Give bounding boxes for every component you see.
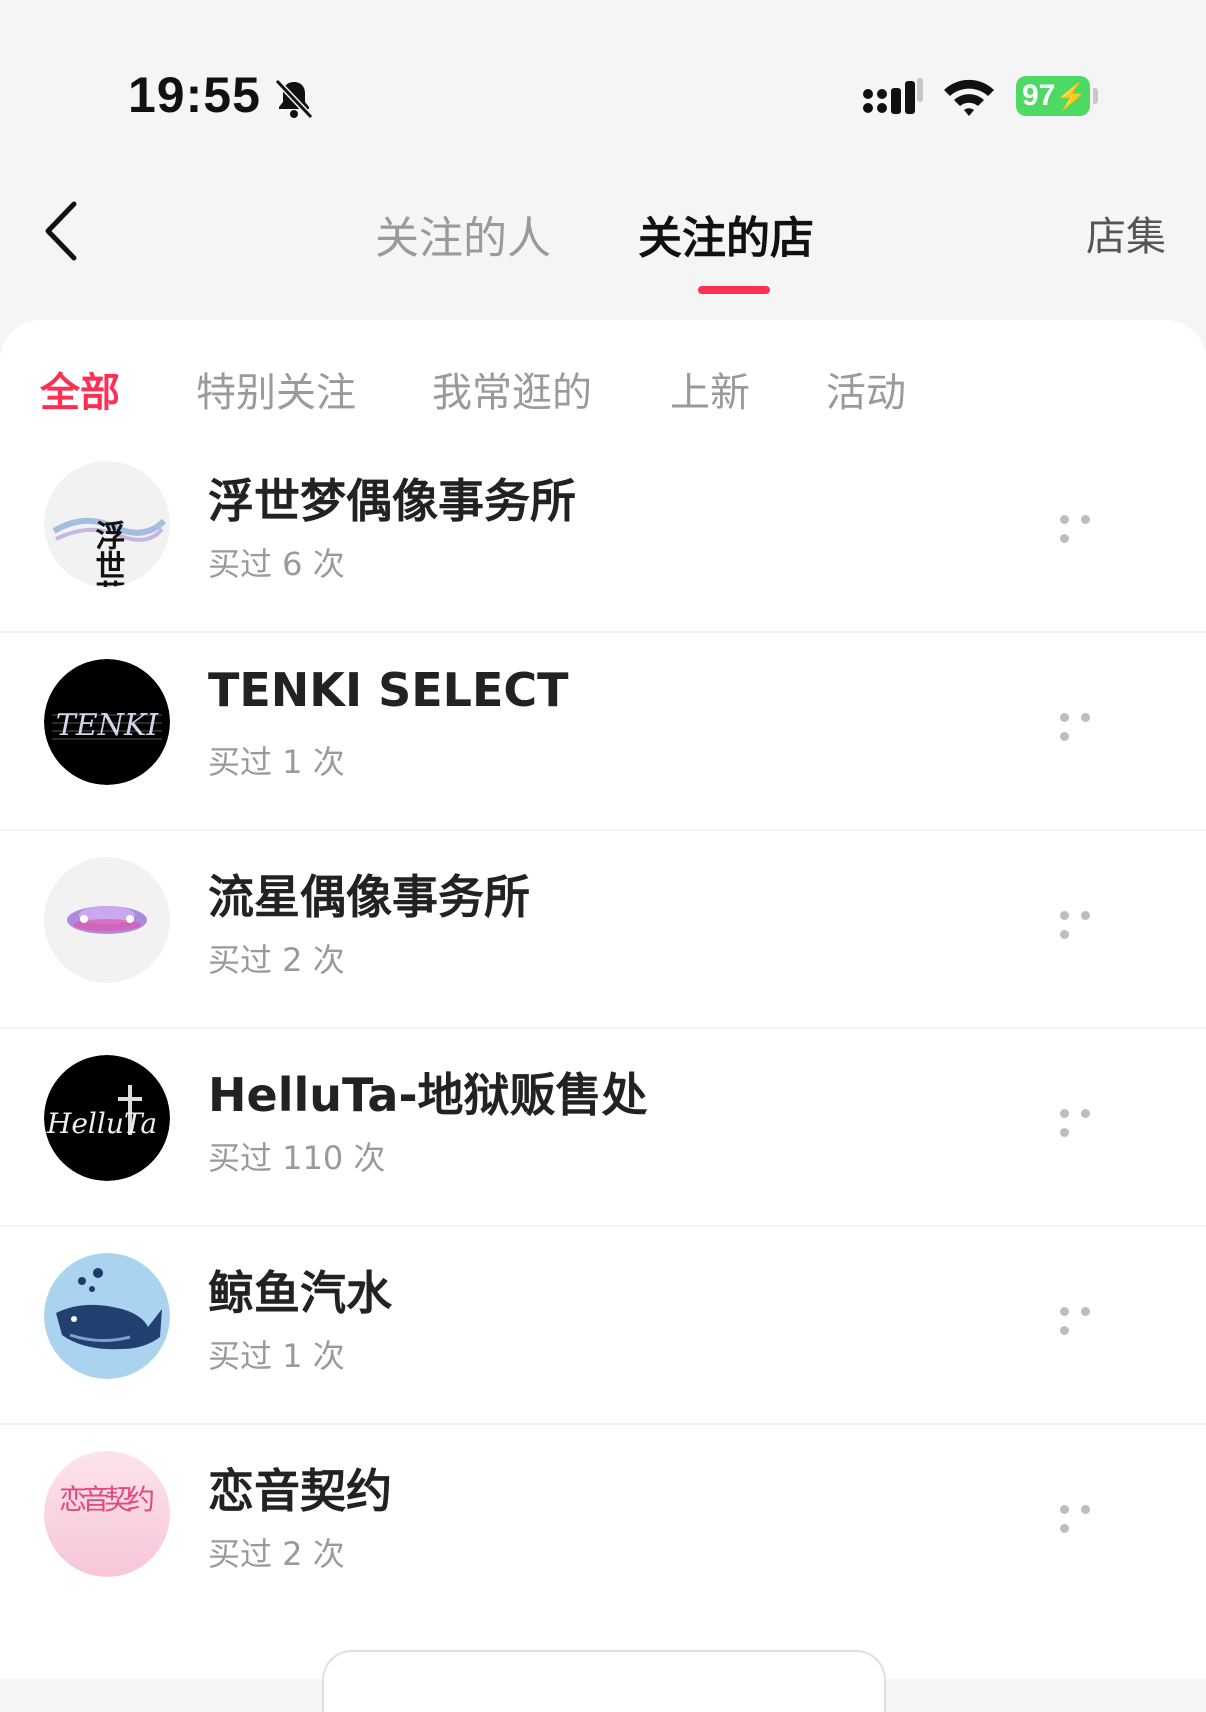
avatar-text: TENKI	[56, 708, 160, 743]
signal-icon	[863, 78, 923, 114]
more-options-icon[interactable]	[1060, 1301, 1116, 1335]
store-row[interactable]: 恋音契约 恋音契约 买过 2 次	[0, 1425, 1206, 1623]
header: 关注的人 关注的店 店集	[0, 180, 1206, 300]
purchase-count: 买过 110 次	[208, 1139, 386, 1177]
store-name: 鲸鱼汽水	[208, 1266, 392, 1320]
purchase-count: 买过 6 次	[208, 545, 345, 583]
purchase-count: 买过 1 次	[208, 1337, 345, 1375]
filter-tabs: 全部 特别关注 我常逛的 上新 活动	[0, 360, 1206, 420]
store-row[interactable]: 浮世夢 浮世梦偶像事务所 买过 6 次	[0, 435, 1206, 633]
filter-special[interactable]: 特别关注	[196, 360, 356, 418]
status-bar: 19:55 97⚡	[0, 0, 1206, 150]
wifi-icon	[944, 79, 994, 116]
avatar-text: 浮世夢	[90, 520, 126, 587]
store-name: 恋音契约	[208, 1464, 392, 1518]
store-avatar[interactable]: TENKI	[44, 659, 170, 785]
store-list: 浮世夢 浮世梦偶像事务所 买过 6 次 TENKI TENKI SELECT 买…	[0, 435, 1206, 1623]
purchase-count: 买过 1 次	[208, 743, 345, 781]
store-avatar[interactable]: 浮世夢	[44, 461, 170, 587]
store-row[interactable]: HelluTa HelluTa-地狱贩售处 买过 110 次	[0, 1029, 1206, 1227]
store-avatar[interactable]: 恋音契约	[44, 1451, 170, 1577]
store-name: HelluTa-地狱贩售处	[208, 1068, 648, 1122]
store-row[interactable]: 鲸鱼汽水 买过 1 次	[0, 1227, 1206, 1425]
bottom-button[interactable]	[322, 1650, 886, 1712]
store-avatar[interactable]: HelluTa	[44, 1055, 170, 1181]
filter-new-arrivals[interactable]: 上新	[670, 360, 750, 418]
more-options-icon[interactable]	[1060, 1103, 1116, 1137]
tab-following-people[interactable]: 关注的人	[375, 202, 551, 266]
battery-level: 97	[1022, 79, 1056, 112]
bell-muted-icon	[274, 78, 314, 120]
active-tab-indicator	[698, 286, 770, 294]
store-collection-link[interactable]: 店集	[1086, 204, 1166, 262]
status-time: 19:55	[128, 67, 261, 123]
store-avatar[interactable]	[44, 1253, 170, 1379]
filter-frequent[interactable]: 我常逛的	[432, 360, 592, 418]
more-options-icon[interactable]	[1060, 707, 1116, 741]
store-row[interactable]: 流星偶像事务所 买过 2 次	[0, 831, 1206, 1029]
filter-all[interactable]: 全部	[40, 360, 120, 418]
store-row[interactable]: TENKI TENKI SELECT 买过 1 次	[0, 633, 1206, 831]
store-list-card: 全部 特别关注 我常逛的 上新 活动 浮世夢 浮世梦偶像事务所 买过 6 次 T…	[0, 320, 1206, 1712]
filter-events[interactable]: 活动	[826, 360, 906, 418]
more-options-icon[interactable]	[1060, 1499, 1116, 1533]
avatar-text: 恋音契约	[59, 1483, 155, 1516]
avatar-text: HelluTa	[46, 1107, 157, 1140]
store-name: TENKI SELECT	[208, 663, 569, 717]
more-options-icon[interactable]	[1060, 905, 1116, 939]
store-name: 浮世梦偶像事务所	[208, 474, 576, 528]
purchase-count: 买过 2 次	[208, 941, 345, 979]
battery-charging-icon: 97⚡	[1016, 76, 1098, 118]
store-name: 流星偶像事务所	[208, 870, 530, 924]
chevron-left-icon[interactable]	[40, 196, 90, 266]
purchase-count: 买过 2 次	[208, 1535, 345, 1573]
store-avatar[interactable]	[44, 857, 170, 983]
tab-following-stores[interactable]: 关注的店	[638, 202, 814, 266]
more-options-icon[interactable]	[1060, 509, 1116, 543]
